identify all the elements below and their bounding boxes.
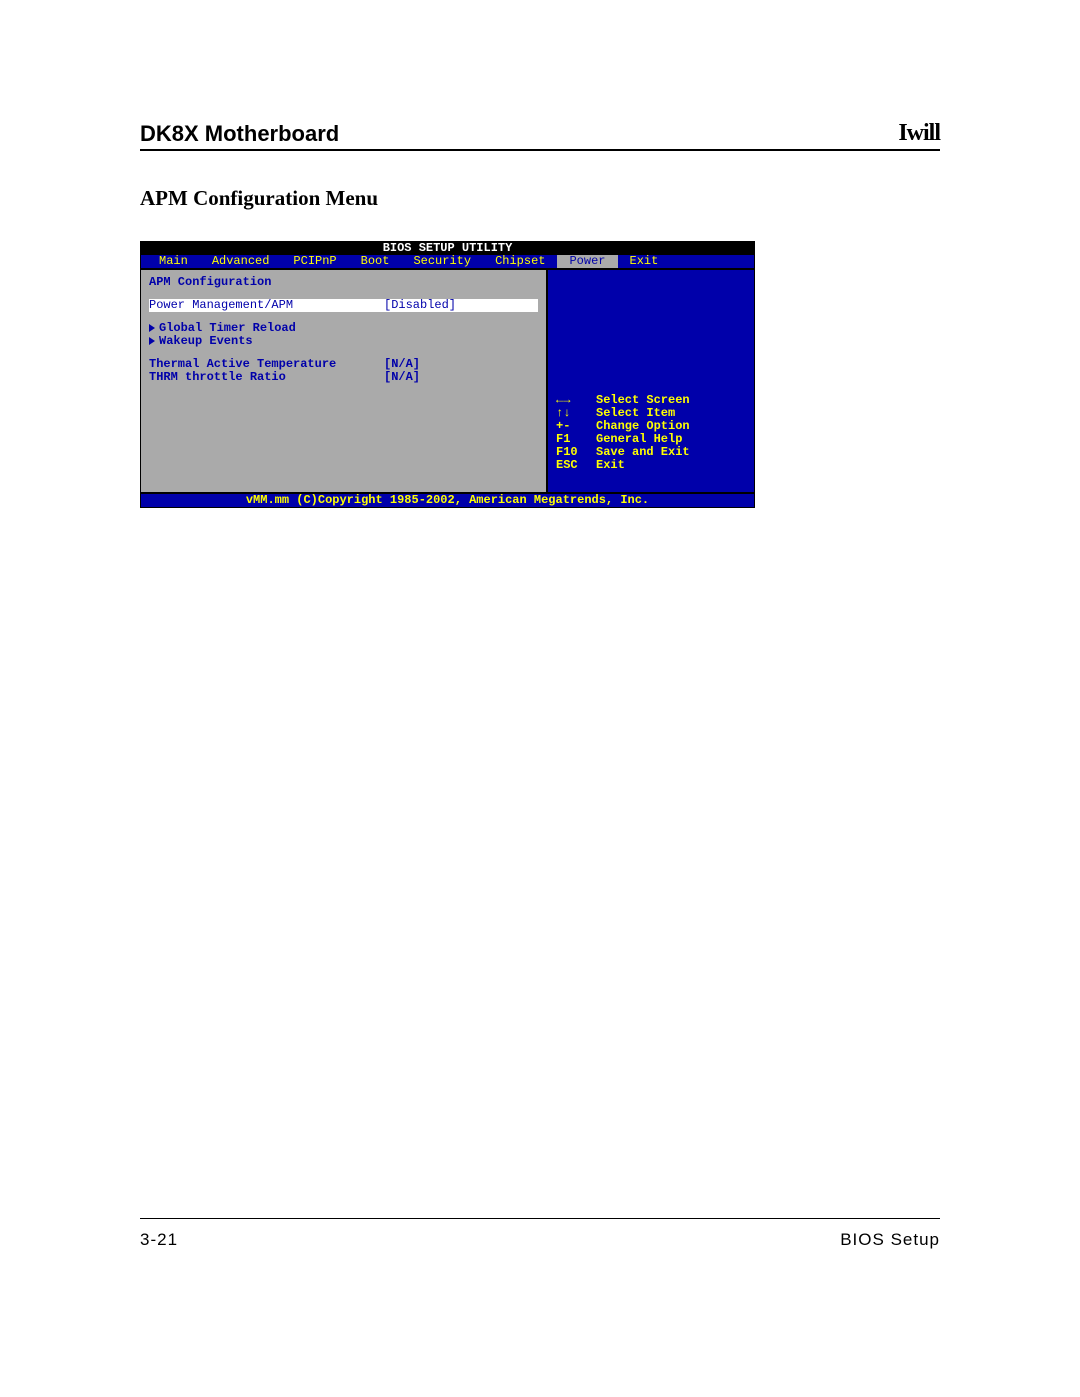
footer-section-label: BIOS Setup (840, 1230, 940, 1250)
bios-help-panel: ←→Select Screen ↑↓Select Item +-Change O… (548, 270, 754, 492)
option-power-management[interactable]: Power Management/APM [Disabled] (149, 299, 538, 312)
option-value: [N/A] (384, 371, 420, 384)
tab-exit[interactable]: Exit (618, 255, 671, 268)
tab-security[interactable]: Security (401, 255, 483, 268)
tab-power[interactable]: Power (557, 255, 617, 268)
option-thrm-throttle-ratio[interactable]: THRM throttle Ratio [N/A] (149, 371, 538, 384)
section-title: APM Configuration Menu (140, 186, 940, 211)
brand-logo: Iwill (898, 120, 940, 147)
help-text: Exit (596, 459, 625, 472)
bios-screenshot: BIOS SETUP UTILITY Main Advanced PCIPnP … (140, 241, 755, 508)
bios-main-panel: APM Configuration Power Management/APM [… (141, 270, 548, 492)
help-row: F10Save and Exit (556, 446, 746, 459)
footer-rule (140, 1218, 940, 1219)
tab-pcipnp[interactable]: PCIPnP (281, 255, 348, 268)
option-label: THRM throttle Ratio (149, 371, 384, 384)
header-title: DK8X Motherboard (140, 121, 339, 147)
triangle-right-icon (149, 324, 155, 332)
panel-heading: APM Configuration (149, 276, 538, 289)
submenu-label: Wakeup Events (159, 334, 253, 348)
option-label: Power Management/APM (149, 299, 384, 312)
help-key: ESC (556, 459, 596, 472)
page-number: 3-21 (140, 1230, 178, 1250)
triangle-right-icon (149, 337, 155, 345)
bios-tab-bar: Main Advanced PCIPnP Boot Security Chips… (141, 255, 754, 268)
tab-boot[interactable]: Boot (349, 255, 402, 268)
bios-copyright: vMM.mm (C)Copyright 1985-2002, American … (141, 494, 754, 507)
option-value: [Disabled] (384, 299, 456, 312)
submenu-label: Global Timer Reload (159, 321, 296, 335)
document-header: DK8X Motherboard Iwill (140, 120, 940, 151)
tab-advanced[interactable]: Advanced (200, 255, 282, 268)
submenu-wakeup-events[interactable]: Wakeup Events (149, 335, 538, 348)
tab-main[interactable]: Main (147, 255, 200, 268)
help-row: ESCExit (556, 459, 746, 472)
tab-chipset[interactable]: Chipset (483, 255, 557, 268)
